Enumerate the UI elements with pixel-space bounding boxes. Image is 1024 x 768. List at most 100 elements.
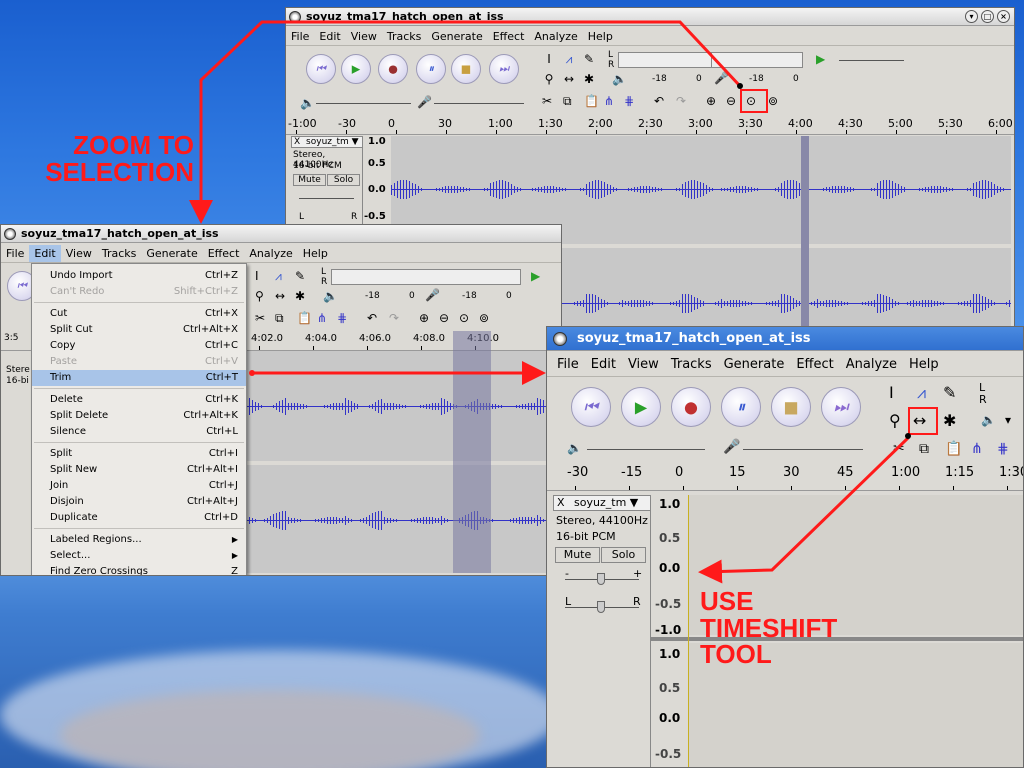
menu-item-split[interactable]: Split Ctrl+I — [32, 446, 246, 462]
track-close-button[interactable]: X — [557, 496, 565, 509]
zoom-tool-icon[interactable]: ⚲ — [255, 289, 264, 303]
menu-item-find-zero-crossings[interactable]: Find Zero Crossings Z — [32, 564, 246, 575]
zoom-in-icon[interactable]: ⊕ — [706, 94, 716, 108]
menu-effect[interactable]: Effect — [488, 28, 530, 45]
zoom-in-icon[interactable]: ⊕ — [419, 311, 429, 325]
silence-icon[interactable]: ⋕ — [624, 94, 634, 108]
menu-item-duplicate[interactable]: Duplicate Ctrl+D — [32, 510, 246, 526]
menu-item-delete[interactable]: Delete Ctrl+K — [32, 392, 246, 408]
menu-help[interactable]: Help — [298, 245, 333, 262]
menu-item-join[interactable]: Join Ctrl+J — [32, 478, 246, 494]
menu-tracks[interactable]: Tracks — [97, 245, 142, 262]
selection-tool-icon[interactable]: I — [889, 383, 894, 402]
copy-icon[interactable]: ⧉ — [275, 311, 284, 326]
multi-tool-icon[interactable]: ✱ — [943, 411, 956, 430]
menu-item-select[interactable]: Select... ▶ — [32, 548, 246, 564]
skip-end-button[interactable]: ⏭ — [821, 387, 861, 427]
solo-button[interactable]: Solo — [327, 174, 360, 186]
zoom-fit-icon[interactable]: ⊚ — [479, 311, 489, 325]
menu-item-disjoin[interactable]: Disjoin Ctrl+Alt+J — [32, 494, 246, 510]
menu-help[interactable]: Help — [903, 353, 945, 376]
solo-button[interactable]: Solo — [601, 547, 646, 563]
cut-icon[interactable]: ✂ — [893, 441, 905, 457]
speed-slider[interactable] — [839, 60, 904, 61]
menu-file[interactable]: File — [286, 28, 314, 45]
zoom-tool-icon[interactable]: ⚲ — [541, 72, 557, 86]
selection-tool-icon[interactable]: I — [541, 52, 557, 66]
pause-button[interactable]: ⏸ — [416, 54, 446, 84]
volume-slider[interactable] — [587, 449, 705, 450]
play-button[interactable]: ▶ — [621, 387, 661, 427]
gain-thumb[interactable] — [597, 573, 605, 585]
pan-thumb[interactable] — [597, 601, 605, 613]
mute-button[interactable]: Mute — [293, 174, 326, 186]
microphone-icon[interactable]: 🎤 — [714, 71, 729, 85]
play-at-speed-icon[interactable]: ▶ — [531, 269, 540, 283]
draw-tool-icon[interactable]: ✎ — [581, 52, 597, 66]
menu-view[interactable]: View — [622, 353, 665, 376]
menu-analyze[interactable]: Analyze — [840, 353, 903, 376]
record-button[interactable]: ● — [378, 54, 408, 84]
envelope-tool-icon[interactable]: ⩘ — [275, 269, 282, 284]
draw-tool-icon[interactable]: ✎ — [943, 383, 956, 402]
menu-generate[interactable]: Generate — [141, 245, 202, 262]
trim-icon[interactable]: ⋔ — [604, 94, 614, 108]
microphone-icon[interactable]: 🎤 — [425, 288, 440, 302]
menu-file[interactable]: File — [547, 353, 585, 376]
zoom-out-icon[interactable]: ⊖ — [726, 94, 736, 108]
track-name-menu[interactable]: soyuz_tm — [306, 137, 349, 147]
play-button[interactable]: ▶ — [341, 54, 371, 84]
volume-slider[interactable] — [316, 103, 411, 104]
record-button[interactable]: ● — [671, 387, 711, 427]
waveform-channel[interactable] — [246, 351, 561, 461]
undo-icon[interactable]: ↶ — [367, 311, 377, 325]
menu-effect[interactable]: Effect — [790, 353, 839, 376]
menu-item-trim[interactable]: Trim Ctrl+T — [32, 370, 246, 386]
envelope-tool-icon[interactable]: ⩘ — [917, 383, 926, 403]
play-at-speed-icon[interactable]: ▶ — [816, 52, 825, 66]
menu-item-undo-import[interactable]: Undo Import Ctrl+Z — [32, 268, 246, 284]
zoom-out-icon[interactable]: ⊖ — [439, 311, 449, 325]
menu-edit[interactable]: Edit — [29, 245, 61, 262]
menu-tracks[interactable]: Tracks — [382, 28, 427, 45]
undo-icon[interactable]: ↶ — [654, 94, 664, 108]
menu-edit[interactable]: Edit — [314, 28, 345, 45]
close-icon[interactable]: × — [997, 10, 1010, 23]
trim-icon[interactable]: ⋔ — [971, 441, 983, 457]
track-close-button[interactable]: X — [294, 137, 300, 147]
timeline-ruler[interactable]: -1:00 -30 0 30 1:00 1:30 2:00 2:30 3:00 3:30 4:00 4… — [286, 115, 1014, 135]
menu-item-split-cut[interactable]: Split Cut Ctrl+Alt+X — [32, 322, 246, 338]
input-slider[interactable] — [743, 449, 863, 450]
mute-button[interactable]: Mute — [555, 547, 600, 563]
cut-icon[interactable]: ✂ — [255, 311, 265, 325]
stop-button[interactable]: ■ — [771, 387, 811, 427]
menu-item-labeled-regions[interactable]: Labeled Regions... ▶ — [32, 532, 246, 548]
menu-generate[interactable]: Generate — [426, 28, 487, 45]
menu-help[interactable]: Help — [583, 28, 618, 45]
track-name-menu[interactable]: soyuz_tm — [574, 496, 626, 509]
menu-generate[interactable]: Generate — [718, 353, 791, 376]
minimize-icon[interactable]: ▾ — [965, 10, 978, 23]
multi-tool-icon[interactable]: ✱ — [581, 72, 597, 86]
menu-view[interactable]: View — [346, 28, 382, 45]
redo-icon[interactable]: ↷ — [676, 94, 686, 108]
menu-tracks[interactable]: Tracks — [665, 353, 718, 376]
zoom-tool-icon[interactable]: ⚲ — [889, 411, 901, 430]
menu-file[interactable]: File — [1, 245, 29, 262]
stop-button[interactable]: ■ — [451, 54, 481, 84]
input-slider[interactable] — [434, 103, 524, 104]
menu-view[interactable]: View — [61, 245, 97, 262]
copy-icon[interactable]: ⧉ — [563, 94, 572, 109]
menu-item-split-new[interactable]: Split New Ctrl+Alt+I — [32, 462, 246, 478]
gain-slider[interactable] — [299, 198, 354, 199]
zoom-fit-icon[interactable]: ⊚ — [768, 94, 778, 108]
menu-item-copy[interactable]: Copy Ctrl+C — [32, 338, 246, 354]
draw-tool-icon[interactable]: ✎ — [295, 269, 305, 283]
silence-icon[interactable]: ⋕ — [997, 441, 1009, 457]
silence-icon[interactable]: ⋕ — [337, 311, 347, 325]
timeshift-tool-icon[interactable]: ↔ — [561, 72, 577, 86]
menu-analyze[interactable]: Analyze — [529, 28, 582, 45]
dropdown-icon[interactable]: ▾ — [1005, 413, 1011, 427]
menu-edit[interactable]: Edit — [585, 353, 622, 376]
trim-icon[interactable]: ⋔ — [317, 311, 327, 325]
